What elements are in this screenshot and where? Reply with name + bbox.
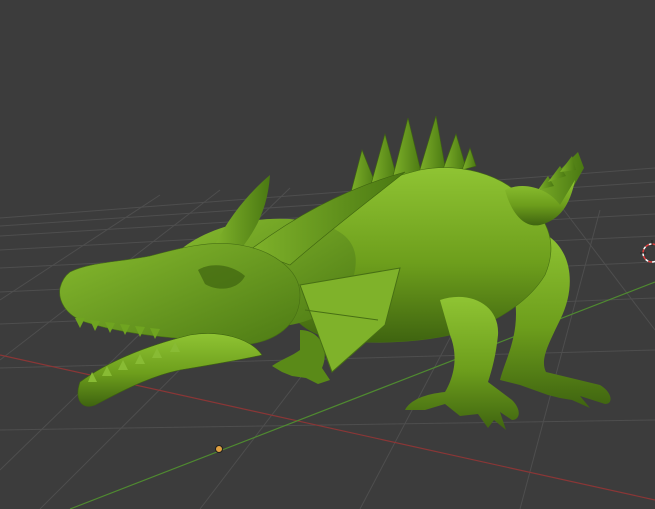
dragon-mesh[interactable] — [59, 115, 611, 430]
origin-marker[interactable] — [215, 445, 223, 453]
3d-cursor-icon[interactable] — [640, 240, 655, 263]
3d-viewport[interactable] — [0, 0, 655, 509]
dragon-head — [59, 243, 301, 346]
viewport-canvas[interactable] — [0, 0, 655, 509]
